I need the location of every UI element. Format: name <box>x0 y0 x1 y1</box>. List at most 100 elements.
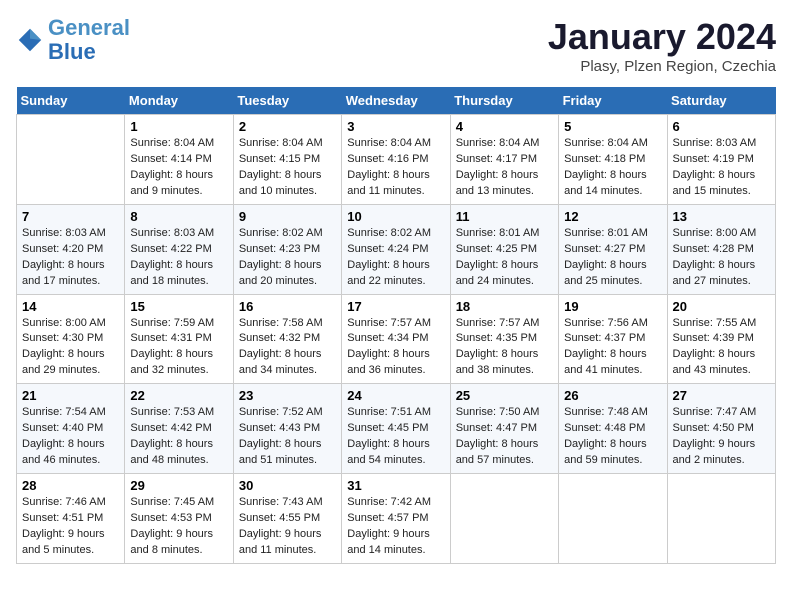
calendar-cell: 11 Sunrise: 8:01 AMSunset: 4:25 PMDaylig… <box>450 204 558 294</box>
day-detail: Sunrise: 8:03 AMSunset: 4:22 PMDaylight:… <box>130 226 227 290</box>
day-number: 6 <box>673 119 770 134</box>
day-number: 20 <box>673 299 770 314</box>
calendar-cell <box>450 474 558 564</box>
day-header-saturday: Saturday <box>667 87 775 115</box>
calendar-cell: 23 Sunrise: 7:52 AMSunset: 4:43 PMDaylig… <box>233 384 341 474</box>
day-number: 17 <box>347 299 444 314</box>
calendar-cell: 15 Sunrise: 7:59 AMSunset: 4:31 PMDaylig… <box>125 294 233 384</box>
calendar-cell <box>667 474 775 564</box>
calendar-cell: 8 Sunrise: 8:03 AMSunset: 4:22 PMDayligh… <box>125 204 233 294</box>
calendar-cell: 12 Sunrise: 8:01 AMSunset: 4:27 PMDaylig… <box>559 204 667 294</box>
day-number: 14 <box>22 299 119 314</box>
day-number: 3 <box>347 119 444 134</box>
day-detail: Sunrise: 7:59 AMSunset: 4:31 PMDaylight:… <box>130 316 227 380</box>
calendar-cell <box>17 115 125 205</box>
day-detail: Sunrise: 8:00 AMSunset: 4:30 PMDaylight:… <box>22 316 119 380</box>
day-number: 24 <box>347 388 444 403</box>
day-number: 30 <box>239 478 336 493</box>
logo: GeneralBlue <box>16 16 130 64</box>
logo-text: GeneralBlue <box>48 16 130 64</box>
day-detail: Sunrise: 8:04 AMSunset: 4:15 PMDaylight:… <box>239 136 336 200</box>
day-detail: Sunrise: 7:58 AMSunset: 4:32 PMDaylight:… <box>239 316 336 380</box>
day-number: 13 <box>673 209 770 224</box>
day-number: 21 <box>22 388 119 403</box>
calendar-cell: 4 Sunrise: 8:04 AMSunset: 4:17 PMDayligh… <box>450 115 558 205</box>
calendar-cell: 21 Sunrise: 7:54 AMSunset: 4:40 PMDaylig… <box>17 384 125 474</box>
day-detail: Sunrise: 7:46 AMSunset: 4:51 PMDaylight:… <box>22 495 119 559</box>
day-detail: Sunrise: 8:01 AMSunset: 4:27 PMDaylight:… <box>564 226 661 290</box>
day-number: 25 <box>456 388 553 403</box>
calendar-cell: 3 Sunrise: 8:04 AMSunset: 4:16 PMDayligh… <box>342 115 450 205</box>
header: GeneralBlue January 2024 Plasy, Plzen Re… <box>16 16 776 75</box>
day-detail: Sunrise: 7:43 AMSunset: 4:55 PMDaylight:… <box>239 495 336 559</box>
day-header-monday: Monday <box>125 87 233 115</box>
day-number: 9 <box>239 209 336 224</box>
day-header-sunday: Sunday <box>17 87 125 115</box>
day-number: 23 <box>239 388 336 403</box>
calendar-cell: 27 Sunrise: 7:47 AMSunset: 4:50 PMDaylig… <box>667 384 775 474</box>
calendar-cell: 24 Sunrise: 7:51 AMSunset: 4:45 PMDaylig… <box>342 384 450 474</box>
day-detail: Sunrise: 7:47 AMSunset: 4:50 PMDaylight:… <box>673 405 770 469</box>
day-detail: Sunrise: 8:02 AMSunset: 4:24 PMDaylight:… <box>347 226 444 290</box>
day-header-tuesday: Tuesday <box>233 87 341 115</box>
day-number: 8 <box>130 209 227 224</box>
day-number: 28 <box>22 478 119 493</box>
day-detail: Sunrise: 7:56 AMSunset: 4:37 PMDaylight:… <box>564 316 661 380</box>
subtitle: Plasy, Plzen Region, Czechia <box>548 58 776 75</box>
day-number: 16 <box>239 299 336 314</box>
day-number: 27 <box>673 388 770 403</box>
day-detail: Sunrise: 7:45 AMSunset: 4:53 PMDaylight:… <box>130 495 227 559</box>
day-detail: Sunrise: 7:53 AMSunset: 4:42 PMDaylight:… <box>130 405 227 469</box>
calendar-cell: 30 Sunrise: 7:43 AMSunset: 4:55 PMDaylig… <box>233 474 341 564</box>
day-number: 15 <box>130 299 227 314</box>
day-detail: Sunrise: 8:04 AMSunset: 4:16 PMDaylight:… <box>347 136 444 200</box>
day-detail: Sunrise: 8:04 AMSunset: 4:14 PMDaylight:… <box>130 136 227 200</box>
day-detail: Sunrise: 7:55 AMSunset: 4:39 PMDaylight:… <box>673 316 770 380</box>
day-detail: Sunrise: 7:51 AMSunset: 4:45 PMDaylight:… <box>347 405 444 469</box>
calendar-cell: 22 Sunrise: 7:53 AMSunset: 4:42 PMDaylig… <box>125 384 233 474</box>
calendar-cell: 29 Sunrise: 7:45 AMSunset: 4:53 PMDaylig… <box>125 474 233 564</box>
day-detail: Sunrise: 7:48 AMSunset: 4:48 PMDaylight:… <box>564 405 661 469</box>
calendar-cell: 31 Sunrise: 7:42 AMSunset: 4:57 PMDaylig… <box>342 474 450 564</box>
day-number: 31 <box>347 478 444 493</box>
day-number: 19 <box>564 299 661 314</box>
day-header-friday: Friday <box>559 87 667 115</box>
calendar-cell <box>559 474 667 564</box>
day-number: 29 <box>130 478 227 493</box>
main-title: January 2024 <box>548 16 776 58</box>
calendar-cell: 26 Sunrise: 7:48 AMSunset: 4:48 PMDaylig… <box>559 384 667 474</box>
day-number: 26 <box>564 388 661 403</box>
day-detail: Sunrise: 8:03 AMSunset: 4:19 PMDaylight:… <box>673 136 770 200</box>
day-detail: Sunrise: 8:01 AMSunset: 4:25 PMDaylight:… <box>456 226 553 290</box>
day-number: 7 <box>22 209 119 224</box>
day-number: 5 <box>564 119 661 134</box>
calendar-cell: 7 Sunrise: 8:03 AMSunset: 4:20 PMDayligh… <box>17 204 125 294</box>
calendar-cell: 16 Sunrise: 7:58 AMSunset: 4:32 PMDaylig… <box>233 294 341 384</box>
day-number: 2 <box>239 119 336 134</box>
day-number: 1 <box>130 119 227 134</box>
calendar-cell: 20 Sunrise: 7:55 AMSunset: 4:39 PMDaylig… <box>667 294 775 384</box>
day-header-thursday: Thursday <box>450 87 558 115</box>
calendar-cell: 5 Sunrise: 8:04 AMSunset: 4:18 PMDayligh… <box>559 115 667 205</box>
day-number: 12 <box>564 209 661 224</box>
day-detail: Sunrise: 8:02 AMSunset: 4:23 PMDaylight:… <box>239 226 336 290</box>
day-detail: Sunrise: 7:50 AMSunset: 4:47 PMDaylight:… <box>456 405 553 469</box>
calendar-cell: 9 Sunrise: 8:02 AMSunset: 4:23 PMDayligh… <box>233 204 341 294</box>
calendar-cell: 10 Sunrise: 8:02 AMSunset: 4:24 PMDaylig… <box>342 204 450 294</box>
day-detail: Sunrise: 8:04 AMSunset: 4:18 PMDaylight:… <box>564 136 661 200</box>
day-detail: Sunrise: 7:42 AMSunset: 4:57 PMDaylight:… <box>347 495 444 559</box>
day-detail: Sunrise: 8:04 AMSunset: 4:17 PMDaylight:… <box>456 136 553 200</box>
calendar-cell: 14 Sunrise: 8:00 AMSunset: 4:30 PMDaylig… <box>17 294 125 384</box>
calendar-cell: 2 Sunrise: 8:04 AMSunset: 4:15 PMDayligh… <box>233 115 341 205</box>
day-detail: Sunrise: 7:54 AMSunset: 4:40 PMDaylight:… <box>22 405 119 469</box>
logo-icon <box>16 26 44 54</box>
calendar-cell: 1 Sunrise: 8:04 AMSunset: 4:14 PMDayligh… <box>125 115 233 205</box>
day-header-wednesday: Wednesday <box>342 87 450 115</box>
calendar-cell: 13 Sunrise: 8:00 AMSunset: 4:28 PMDaylig… <box>667 204 775 294</box>
day-detail: Sunrise: 8:03 AMSunset: 4:20 PMDaylight:… <box>22 226 119 290</box>
day-number: 22 <box>130 388 227 403</box>
calendar-cell: 6 Sunrise: 8:03 AMSunset: 4:19 PMDayligh… <box>667 115 775 205</box>
day-detail: Sunrise: 8:00 AMSunset: 4:28 PMDaylight:… <box>673 226 770 290</box>
title-area: January 2024 Plasy, Plzen Region, Czechi… <box>548 16 776 75</box>
day-number: 4 <box>456 119 553 134</box>
